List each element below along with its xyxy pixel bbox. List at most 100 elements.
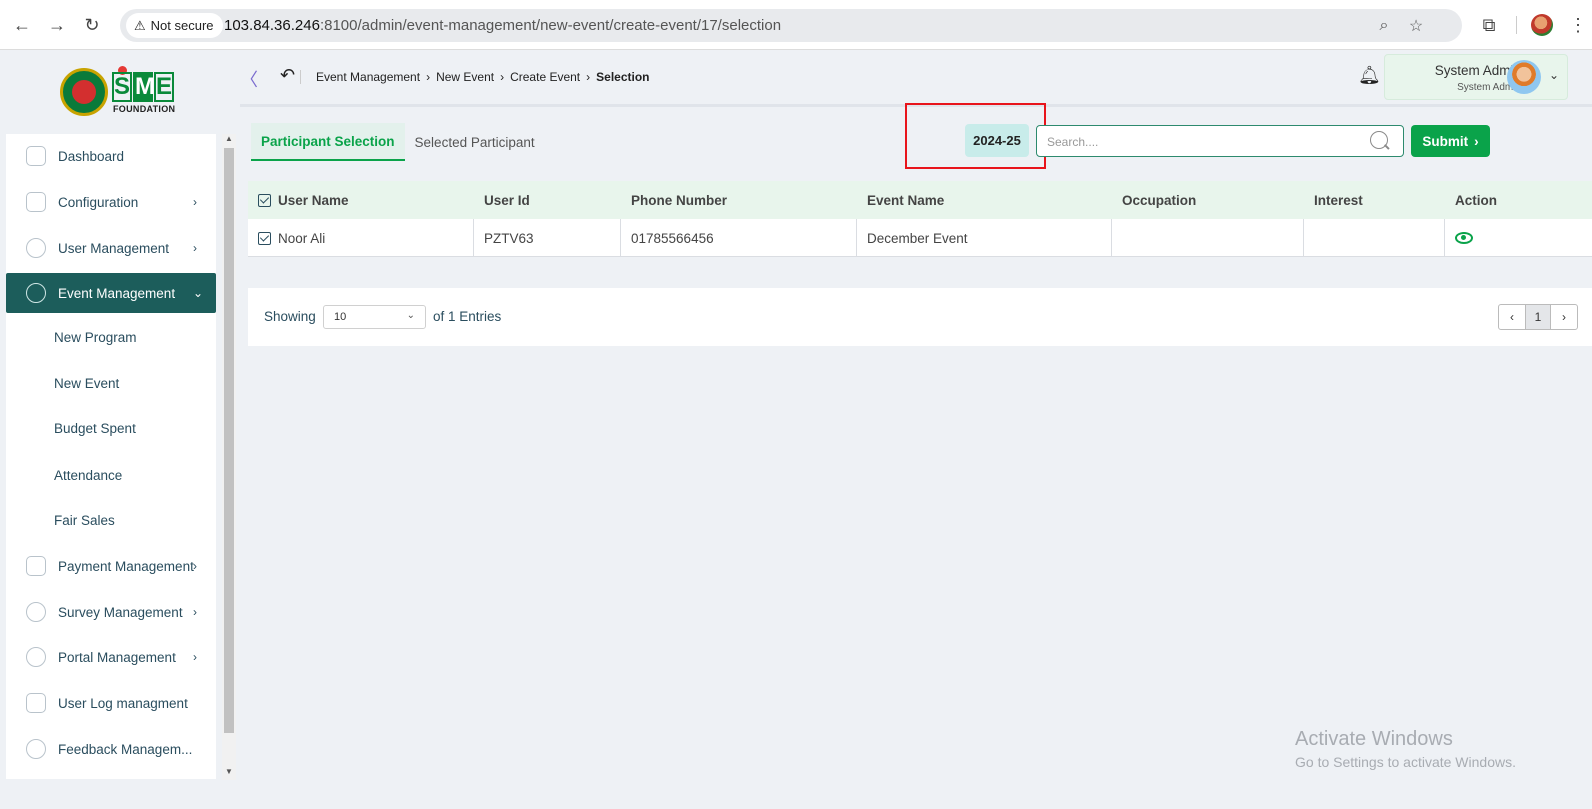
breadcrumb-create-event[interactable]: Create Event (510, 70, 580, 84)
cell-interest (1304, 219, 1445, 257)
logo-letter-m: M (133, 72, 155, 102)
per-page-select[interactable]: 10 ⌄ (323, 305, 426, 329)
sme-foundation-logo[interactable]: S M E FOUNDATION (58, 66, 188, 116)
security-label: Not secure (150, 18, 214, 33)
chevron-down-icon: ⌄ (193, 286, 204, 300)
sidebar-item-event-management[interactable]: Event Management ⌄ (6, 273, 216, 313)
sidebar-item-label: User Log managment (58, 695, 188, 711)
warning-icon: ⚠ (134, 17, 146, 33)
sidebar-subitem-fair-sales[interactable]: Fair Sales (54, 513, 115, 528)
chevron-right-icon: › (586, 70, 591, 84)
prev-page-icon[interactable]: ‹ (1499, 305, 1525, 329)
undo-back-icon[interactable]: ↶ (280, 65, 295, 86)
per-page-value: 10 (334, 311, 347, 323)
cell-action (1445, 219, 1592, 257)
search-input[interactable] (1047, 133, 1347, 151)
chevron-down-icon: ⌄ (1549, 68, 1560, 82)
shield-icon (26, 238, 46, 258)
cell-user-name: Noor Ali (248, 219, 474, 257)
tab-participant-selection[interactable]: Participant Selection (251, 123, 405, 161)
page-number-button[interactable]: 1 (1525, 305, 1551, 329)
sidebar-item-user-management[interactable]: User Management › (6, 228, 216, 268)
search-icon[interactable] (1370, 131, 1388, 149)
sidebar-item-survey-management[interactable]: Survey Management › (6, 592, 216, 632)
sidebar-item-portal-management[interactable]: Portal Management › (6, 637, 216, 677)
government-emblem-icon (60, 68, 108, 116)
config-icon (26, 192, 46, 212)
address-bar[interactable]: ⚠ Not secure 103.84.36.246:8100/admin/ev… (120, 9, 1462, 42)
activate-windows-title: Activate Windows (1295, 728, 1453, 750)
user-role: System Admin (1457, 82, 1521, 93)
logo-letters: S M E (112, 72, 175, 102)
grid-icon (26, 146, 46, 166)
submit-label: Submit (1422, 133, 1469, 149)
event-icon (26, 283, 46, 303)
view-eye-icon[interactable] (1455, 232, 1473, 244)
sidebar-scroll-thumb[interactable] (224, 148, 234, 733)
logo-letter-s: S (112, 72, 132, 102)
cell-occupation (1112, 219, 1304, 257)
url-text[interactable]: 103.84.36.246:8100/admin/event-managemen… (224, 17, 781, 34)
chevron-down-icon: ⌄ (406, 310, 415, 321)
column-header-action: Action (1455, 192, 1497, 208)
sidebar-item-label: User Management (58, 240, 170, 256)
profile-avatar-icon[interactable] (1531, 14, 1553, 36)
zoom-icon[interactable]: ⌕ (1374, 16, 1394, 36)
sidebar-subitem-budget-spent[interactable]: Budget Spent (54, 421, 136, 436)
chevron-right-icon: › (193, 650, 197, 664)
security-indicator[interactable]: ⚠ Not secure (126, 13, 223, 38)
pagination-bar: Showing 10 ⌄ of 1 Entries ‹ 1 › (248, 288, 1592, 346)
showing-label: Showing (264, 309, 316, 324)
logo-subtitle: FOUNDATION (113, 104, 176, 114)
chevron-right-icon: › (426, 70, 431, 84)
sidebar-subitem-new-program[interactable]: New Program (54, 330, 137, 345)
extensions-icon[interactable]: ⧉ (1477, 13, 1501, 37)
next-page-icon[interactable]: › (1551, 305, 1577, 329)
sidebar-item-configuration[interactable]: Configuration › (6, 182, 216, 222)
url-host: 103.84.36.246 (224, 17, 320, 34)
submit-button[interactable]: Submit › (1411, 125, 1490, 157)
reload-icon[interactable]: ↻ (80, 13, 104, 37)
search-field[interactable] (1036, 125, 1404, 157)
collapse-sidebar-icon[interactable]: 〈 (240, 66, 258, 92)
sidebar-item-user-log[interactable]: User Log managment (6, 683, 216, 723)
user-name: System Admin (1434, 63, 1521, 78)
sidebar-item-label: Feedback Managem... (58, 741, 193, 757)
select-all-checkbox[interactable] (258, 193, 271, 207)
user-menu[interactable]: System Admin System Admin ⌄ (1384, 54, 1568, 100)
highlight-annotation (905, 103, 1046, 169)
sidebar: Dashboard Configuration › User Managemen… (6, 134, 216, 779)
toolbar-divider (1516, 16, 1517, 34)
kebab-menu-icon[interactable]: ⋮ (1566, 13, 1590, 37)
breadcrumb: Event Management › New Event › Create Ev… (316, 70, 650, 84)
tab-selected-participant[interactable]: Selected Participant (404, 123, 545, 161)
sidebar-item-label: Configuration (58, 194, 139, 210)
user-name-value: Noor Ali (278, 230, 326, 246)
breadcrumb-selection: Selection (596, 70, 650, 84)
breadcrumb-new-event[interactable]: New Event (436, 70, 494, 84)
sidebar-item-feedback-management[interactable]: Feedback Managem... (6, 729, 216, 769)
column-header-user-name: User Name (248, 181, 474, 219)
chevron-right-icon: › (193, 241, 197, 255)
notification-bell-icon[interactable]: 🔔︎ (1358, 65, 1381, 86)
sidebar-item-label: Event Management (58, 285, 176, 301)
cell-event-name: December Event (857, 219, 1112, 257)
bookmark-star-icon[interactable]: ☆ (1406, 16, 1426, 36)
back-arrow-icon[interactable]: ← (10, 13, 34, 37)
sidebar-item-label: Portal Management (58, 649, 176, 665)
table-header: User Name User Id Phone Number Event Nam… (248, 181, 1592, 219)
forward-arrow-icon[interactable]: → (45, 13, 69, 37)
breadcrumb-event-management[interactable]: Event Management (316, 70, 420, 84)
sidebar-item-dashboard[interactable]: Dashboard (6, 136, 216, 176)
scroll-down-arrow-icon[interactable]: ▼ (225, 767, 233, 776)
row-checkbox[interactable] (258, 231, 271, 245)
sidebar-item-payment-management[interactable]: Payment Management › (6, 546, 216, 586)
sidebar-subitem-new-event[interactable]: New Event (54, 376, 119, 391)
scroll-up-arrow-icon[interactable]: ▲ (225, 134, 233, 143)
tab-bar: Participant Selection Selected Participa… (251, 123, 545, 161)
sidebar-subitem-attendance[interactable]: Attendance (54, 468, 122, 483)
chevron-right-icon: › (500, 70, 505, 84)
portal-icon (26, 647, 46, 667)
column-header-occupation: Occupation (1122, 192, 1197, 208)
chevron-right-icon: › (1474, 133, 1479, 149)
